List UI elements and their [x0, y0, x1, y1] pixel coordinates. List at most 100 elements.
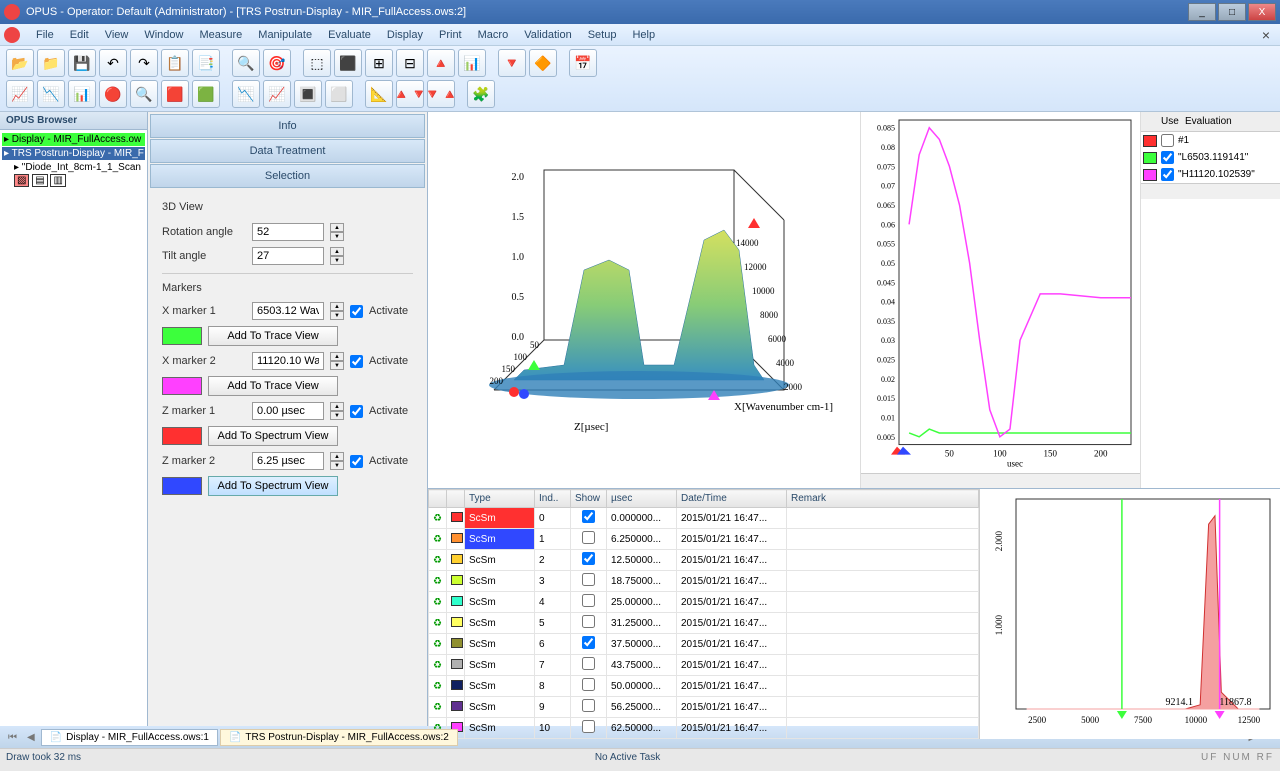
tab-data-treatment[interactable]: Data Treatment — [150, 139, 425, 163]
trace-view[interactable]: 0.0050.010.0150.020.0250.030.0350.040.04… — [860, 112, 1140, 488]
toolbar-button[interactable]: ⬛ — [334, 49, 362, 77]
table-row[interactable]: ♻ScSm1168.75000...2015/01/21 16:47... — [429, 739, 979, 740]
close-button[interactable]: X — [1248, 3, 1276, 21]
tab-selection[interactable]: Selection — [150, 164, 425, 188]
spin-up[interactable]: ▲ — [330, 223, 344, 232]
table-row[interactable]: ♻ScSm00.000000...2015/01/21 16:47... — [429, 508, 979, 529]
mdi-close-icon[interactable]: × — [1256, 27, 1276, 43]
menu-view[interactable]: View — [97, 27, 137, 43]
spectrum-view[interactable]: 1.0002.00025005000750010000125009214.111… — [980, 489, 1280, 739]
zm2-activate-checkbox[interactable] — [350, 455, 363, 468]
toolbar-button[interactable]: 📂 — [6, 49, 34, 77]
legend-row[interactable]: "H11120.102539" — [1141, 166, 1280, 183]
spin-up[interactable]: ▲ — [330, 247, 344, 256]
table-header[interactable]: Ind.. — [535, 490, 571, 508]
table-row[interactable]: ♻ScSm531.25000...2015/01/21 16:47... — [429, 613, 979, 634]
table-row[interactable]: ♻ScSm212.50000...2015/01/21 16:47... — [429, 550, 979, 571]
zm2-add-spec-button[interactable]: Add To Spectrum View — [208, 476, 338, 496]
legend-use-checkbox[interactable] — [1161, 168, 1174, 181]
toolbar-button[interactable]: ↷ — [130, 49, 158, 77]
toolbar-button[interactable]: 🔺 — [427, 49, 455, 77]
toolbar-button[interactable]: 📈 — [6, 80, 34, 108]
menu-print[interactable]: Print — [431, 27, 470, 43]
table-row[interactable]: ♻ScSm16.250000...2015/01/21 16:47... — [429, 529, 979, 550]
legend-use-checkbox[interactable] — [1161, 134, 1174, 147]
table-row[interactable]: ♻ScSm637.50000...2015/01/21 16:47... — [429, 634, 979, 655]
xm2-activate-checkbox[interactable] — [350, 355, 363, 368]
zm1-color-swatch[interactable] — [162, 427, 202, 445]
table-row[interactable]: ♻ScSm956.25000...2015/01/21 16:47... — [429, 697, 979, 718]
xm1-add-trace-button[interactable]: Add To Trace View — [208, 326, 338, 346]
toolbar-button[interactable]: 🔳 — [294, 80, 322, 108]
toolbar-button[interactable]: ↶ — [99, 49, 127, 77]
legend-hscroll[interactable] — [1141, 183, 1280, 199]
table-header[interactable]: Type — [465, 490, 535, 508]
tree-item[interactable]: ▸ "Diode_Int_8cm-1_1_Scan — [2, 161, 145, 174]
xm1-activate-checkbox[interactable] — [350, 305, 363, 318]
xm2-input[interactable] — [252, 352, 324, 370]
toolbar-button[interactable]: 📐 — [365, 80, 393, 108]
nav-prev-icon[interactable]: ◀ — [23, 732, 39, 743]
zm2-input[interactable] — [252, 452, 324, 470]
table-header[interactable]: Date/Time — [677, 490, 787, 508]
toolbar-button[interactable]: 🎯 — [263, 49, 291, 77]
minimize-button[interactable]: _ — [1188, 3, 1216, 21]
spectrum-table[interactable]: TypeInd..ShowµsecDate/TimeRemark♻ScSm00.… — [428, 489, 980, 739]
toolbar-button[interactable]: 📉 — [37, 80, 65, 108]
table-row[interactable]: ♻ScSm1062.50000...2015/01/21 16:47... — [429, 718, 979, 739]
trace-hscroll[interactable] — [861, 473, 1140, 488]
table-row[interactable]: ♻ScSm425.00000...2015/01/21 16:47... — [429, 592, 979, 613]
tree-item[interactable]: ▸ Display - MIR_FullAccess.ow — [2, 133, 145, 146]
3d-view[interactable]: Z[µsec]X[Wavenumber cm-1]0.00.51.01.52.0… — [428, 112, 860, 488]
menu-measure[interactable]: Measure — [191, 27, 250, 43]
toolbar-button[interactable]: 🧩 — [467, 80, 495, 108]
toolbar-button[interactable]: 🔻🔺 — [427, 80, 455, 108]
toolbar-button[interactable]: 📈 — [263, 80, 291, 108]
zm1-add-spec-button[interactable]: Add To Spectrum View — [208, 426, 338, 446]
menu-evaluate[interactable]: Evaluate — [320, 27, 379, 43]
table-header[interactable] — [447, 490, 465, 508]
zm1-activate-checkbox[interactable] — [350, 405, 363, 418]
xm1-input[interactable] — [252, 302, 324, 320]
toolbar-button[interactable]: 💾 — [68, 49, 96, 77]
toolbar-button[interactable]: ⬚ — [303, 49, 331, 77]
menu-manipulate[interactable]: Manipulate — [250, 27, 320, 43]
browser-tree[interactable]: ▸ Display - MIR_FullAccess.ow▸ TRS Postr… — [0, 130, 147, 188]
zm1-input[interactable] — [252, 402, 324, 420]
toolbar-button[interactable]: 🔶 — [529, 49, 557, 77]
legend-row[interactable]: #1 — [1141, 132, 1280, 149]
toolbar-button[interactable]: 📊 — [68, 80, 96, 108]
toolbar-button[interactable]: 🔍 — [130, 80, 158, 108]
toolbar-button[interactable]: 📑 — [192, 49, 220, 77]
table-header[interactable] — [429, 490, 447, 508]
maximize-button[interactable]: □ — [1218, 3, 1246, 21]
nav-first-icon[interactable]: ⏮ — [4, 732, 21, 743]
menu-setup[interactable]: Setup — [580, 27, 625, 43]
table-header[interactable]: µsec — [607, 490, 677, 508]
toolbar-button[interactable]: 📉 — [232, 80, 260, 108]
tree-item[interactable]: ▸ TRS Postrun-Display - MIR_F — [2, 147, 145, 160]
toolbar-button[interactable]: 🟩 — [192, 80, 220, 108]
spin-dn[interactable]: ▼ — [330, 232, 344, 241]
toolbar-button[interactable]: 🔻 — [498, 49, 526, 77]
toolbar-button[interactable]: 🟥 — [161, 80, 189, 108]
zm2-color-swatch[interactable] — [162, 477, 202, 495]
table-row[interactable]: ♻ScSm318.75000...2015/01/21 16:47... — [429, 571, 979, 592]
legend-row[interactable]: "L6503.119141" — [1141, 149, 1280, 166]
tilt-input[interactable] — [252, 247, 324, 265]
xm2-add-trace-button[interactable]: Add To Trace View — [208, 376, 338, 396]
table-header[interactable]: Show — [571, 490, 607, 508]
toolbar-button[interactable]: ⊟ — [396, 49, 424, 77]
menu-file[interactable]: File — [28, 27, 62, 43]
doc-tab[interactable]: 📄Display - MIR_FullAccess.ows:1 — [41, 729, 218, 746]
rotation-input[interactable] — [252, 223, 324, 241]
toolbar-button[interactable]: 🔍 — [232, 49, 260, 77]
table-header[interactable]: Remark — [787, 490, 979, 508]
toolbar-button[interactable]: 📁 — [37, 49, 65, 77]
menu-validation[interactable]: Validation — [516, 27, 580, 43]
menu-help[interactable]: Help — [624, 27, 663, 43]
xm2-color-swatch[interactable] — [162, 377, 202, 395]
tab-info[interactable]: Info — [150, 114, 425, 138]
toolbar-button[interactable]: 📋 — [161, 49, 189, 77]
menu-window[interactable]: Window — [136, 27, 191, 43]
